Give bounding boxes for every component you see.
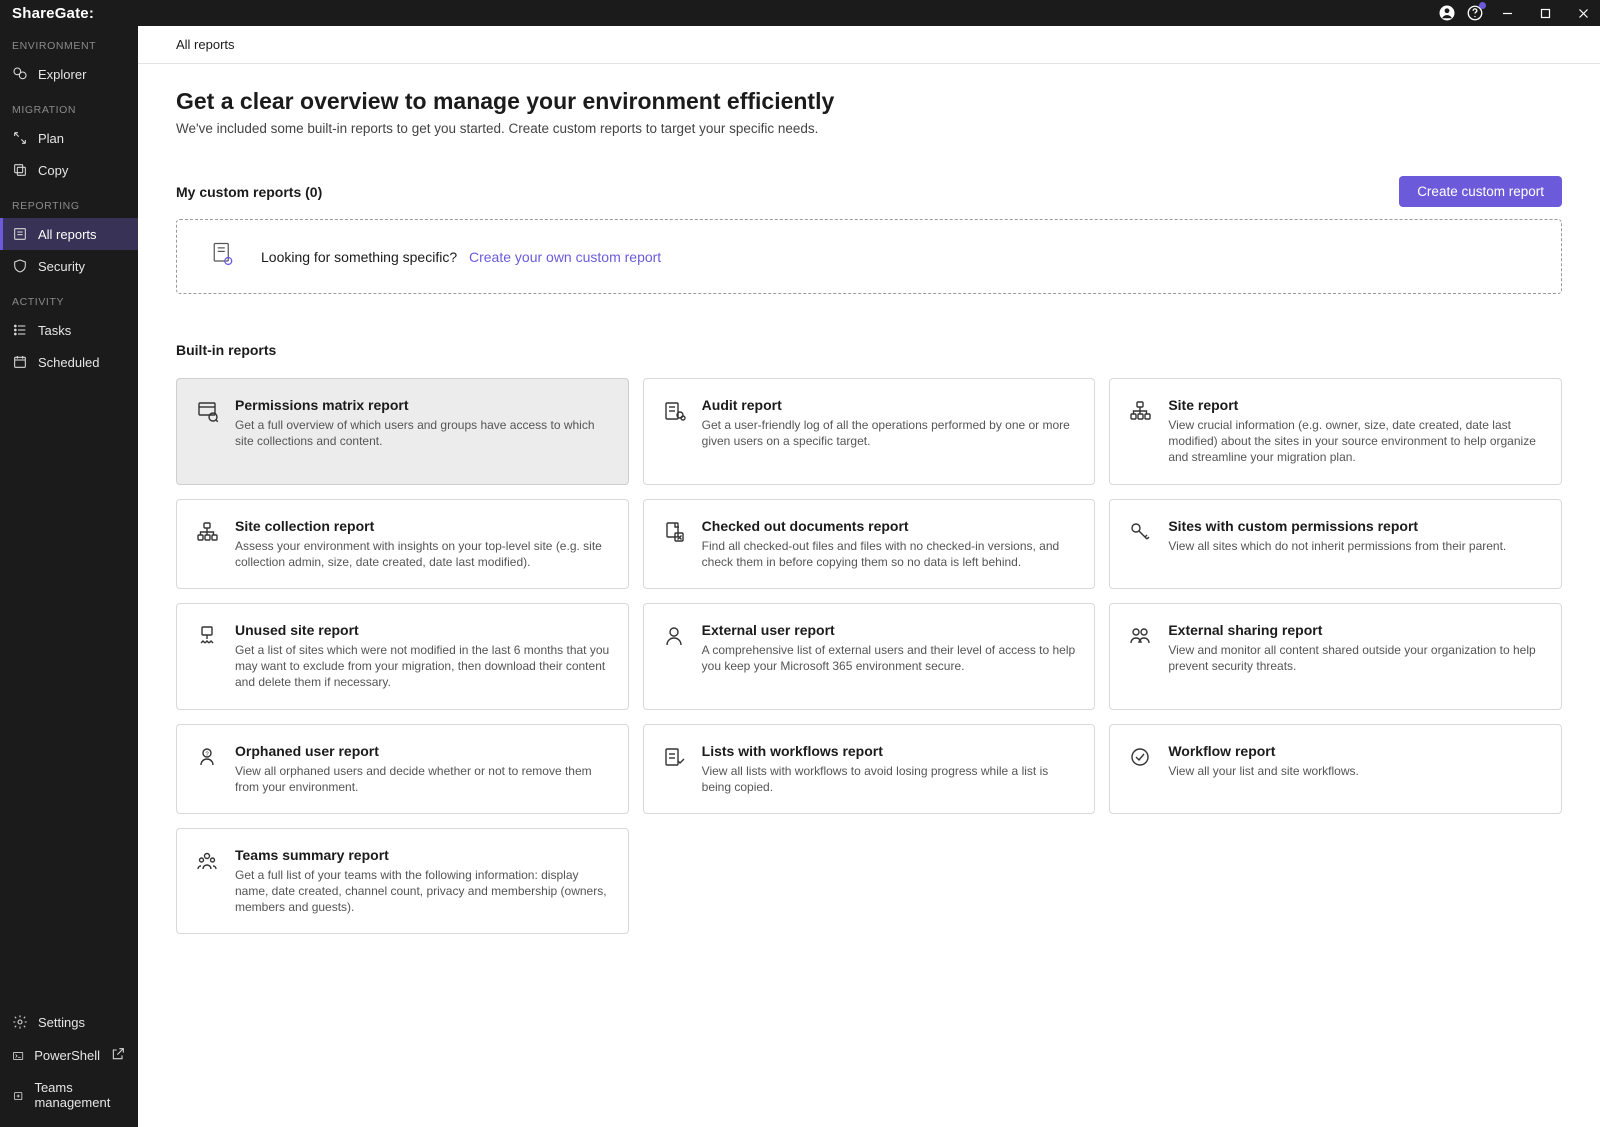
report-card-desc: View all orphaned users and decide wheth… bbox=[235, 763, 610, 795]
report-card-title: Unused site report bbox=[235, 622, 610, 638]
report-card-title: Workflow report bbox=[1168, 743, 1359, 759]
report-card[interactable]: Unused site report Get a list of sites wh… bbox=[176, 603, 629, 710]
report-card[interactable]: Lists with workflows report View all list… bbox=[643, 724, 1096, 814]
report-card-desc: Get a user-friendly log of all the opera… bbox=[702, 417, 1077, 449]
sidebar-item-label: Explorer bbox=[38, 67, 86, 82]
custom-report-prompt: Looking for something specific? Create y… bbox=[176, 219, 1562, 294]
sidebar-item-scheduled[interactable]: Scheduled bbox=[0, 346, 138, 378]
report-card-desc: Get a list of sites which were not modif… bbox=[235, 642, 610, 691]
report-card-desc: Get a full overview of which users and g… bbox=[235, 417, 610, 449]
permissions-icon bbox=[195, 399, 219, 423]
sidebar-item-security[interactable]: Security bbox=[0, 250, 138, 282]
content: All reports Get a clear overview to mana… bbox=[138, 26, 1600, 1127]
titlebar: ShareGate: bbox=[0, 0, 1600, 26]
sidebar-section-activity: ACTIVITY bbox=[0, 282, 138, 314]
document-gear-icon bbox=[209, 240, 237, 273]
close-icon[interactable] bbox=[1566, 0, 1600, 26]
sidebar: ENVIRONMENT Explorer MIGRATION Plan Copy… bbox=[0, 26, 138, 1127]
sidebar-item-label: PowerShell bbox=[34, 1048, 100, 1063]
page-title: Get a clear overview to manage your envi… bbox=[176, 88, 1562, 115]
minimize-icon[interactable] bbox=[1490, 0, 1524, 26]
custom-reports-heading: My custom reports (0) bbox=[176, 184, 322, 200]
key-icon bbox=[1128, 520, 1152, 544]
app-logo: ShareGate: bbox=[12, 5, 94, 22]
sidebar-item-label: Plan bbox=[38, 131, 64, 146]
sidebar-item-teamsmgmt[interactable]: Teams management bbox=[0, 1073, 138, 1127]
report-card[interactable]: ? Orphaned user report View all orphaned u… bbox=[176, 724, 629, 814]
site-icon bbox=[1128, 399, 1152, 423]
prompt-text: Looking for something specific? bbox=[261, 249, 457, 265]
report-card-desc: A comprehensive list of external users a… bbox=[702, 642, 1077, 674]
report-card[interactable]: Workflow report View all your list and si… bbox=[1109, 724, 1562, 814]
sidebar-item-settings[interactable]: Settings bbox=[0, 1006, 138, 1038]
unused-icon bbox=[195, 624, 219, 648]
report-card-title: Site collection report bbox=[235, 518, 610, 534]
builtin-reports-heading: Built-in reports bbox=[176, 342, 1562, 358]
user-icon bbox=[662, 624, 686, 648]
report-card-title: Teams summary report bbox=[235, 847, 610, 863]
orphan-icon: ? bbox=[195, 745, 219, 769]
report-card-title: Checked out documents report bbox=[702, 518, 1077, 534]
report-card-title: Audit report bbox=[702, 397, 1077, 413]
report-card[interactable]: External sharing report View and monitor … bbox=[1109, 603, 1562, 710]
create-custom-report-link[interactable]: Create your own custom report bbox=[469, 249, 661, 265]
teams-icon bbox=[195, 849, 219, 873]
report-card-title: Site report bbox=[1168, 397, 1543, 413]
report-card-title: Orphaned user report bbox=[235, 743, 610, 759]
sidebar-section-environment: ENVIRONMENT bbox=[0, 26, 138, 58]
report-card-desc: View all lists with workflows to avoid l… bbox=[702, 763, 1077, 795]
report-card-desc: Get a full list of your teams with the f… bbox=[235, 867, 610, 916]
breadcrumb: All reports bbox=[176, 37, 235, 52]
report-card-title: Sites with custom permissions report bbox=[1168, 518, 1506, 534]
external-link-icon bbox=[110, 1046, 126, 1065]
sidebar-item-allreports[interactable]: All reports bbox=[0, 218, 138, 250]
sidebar-item-plan[interactable]: Plan bbox=[0, 122, 138, 154]
create-custom-report-button[interactable]: Create custom report bbox=[1399, 176, 1562, 207]
sidebar-item-label: All reports bbox=[38, 227, 97, 242]
sidebar-item-label: Scheduled bbox=[38, 355, 99, 370]
report-card[interactable]: Site report View crucial information (e.g… bbox=[1109, 378, 1562, 485]
sidebar-section-reporting: REPORTING bbox=[0, 186, 138, 218]
account-icon[interactable] bbox=[1438, 4, 1456, 22]
sidebar-section-migration: MIGRATION bbox=[0, 90, 138, 122]
report-card[interactable]: External user report A comprehensive list… bbox=[643, 603, 1096, 710]
sidebar-item-label: Teams management bbox=[34, 1081, 126, 1111]
report-card[interactable]: Checked out documents report Find all che… bbox=[643, 499, 1096, 589]
sidebar-item-tasks[interactable]: Tasks bbox=[0, 314, 138, 346]
sidebar-item-copy[interactable]: Copy bbox=[0, 154, 138, 186]
listwf-icon bbox=[662, 745, 686, 769]
page-subtitle: We've included some built-in reports to … bbox=[176, 121, 1562, 136]
report-card[interactable]: Site collection report Assess your enviro… bbox=[176, 499, 629, 589]
maximize-icon[interactable] bbox=[1528, 0, 1562, 26]
breadcrumb-bar: All reports bbox=[138, 26, 1600, 64]
checkedout-icon bbox=[662, 520, 686, 544]
report-card-desc: View all your list and site workflows. bbox=[1168, 763, 1359, 779]
sidebar-item-label: Copy bbox=[38, 163, 68, 178]
sidebar-item-powershell[interactable]: PowerShell bbox=[0, 1038, 138, 1073]
help-icon[interactable] bbox=[1466, 4, 1484, 22]
sidebar-item-label: Tasks bbox=[38, 323, 71, 338]
report-card-desc: View all sites which do not inherit perm… bbox=[1168, 538, 1506, 554]
builtin-reports-grid: Permissions matrix report Get a full over… bbox=[176, 378, 1562, 934]
report-card-desc: View crucial information (e.g. owner, si… bbox=[1168, 417, 1543, 466]
report-card-title: External user report bbox=[702, 622, 1077, 638]
sidebar-item-explorer[interactable]: Explorer bbox=[0, 58, 138, 90]
workflow-icon bbox=[1128, 745, 1152, 769]
report-card-title: External sharing report bbox=[1168, 622, 1543, 638]
site-icon bbox=[195, 520, 219, 544]
report-card-desc: Assess your environment with insights on… bbox=[235, 538, 610, 570]
report-card[interactable]: Teams summary report Get a full list of y… bbox=[176, 828, 629, 935]
report-card[interactable]: Audit report Get a user-friendly log of a… bbox=[643, 378, 1096, 485]
report-card-title: Lists with workflows report bbox=[702, 743, 1077, 759]
sidebar-item-label: Security bbox=[38, 259, 85, 274]
users-icon bbox=[1128, 624, 1152, 648]
report-card[interactable]: Sites with custom permissions report View… bbox=[1109, 499, 1562, 589]
report-card-desc: Find all checked-out files and files wit… bbox=[702, 538, 1077, 570]
sidebar-item-label: Settings bbox=[38, 1015, 85, 1030]
audit-icon bbox=[662, 399, 686, 423]
report-card[interactable]: Permissions matrix report Get a full over… bbox=[176, 378, 629, 485]
report-card-title: Permissions matrix report bbox=[235, 397, 610, 413]
report-card-desc: View and monitor all content shared outs… bbox=[1168, 642, 1543, 674]
